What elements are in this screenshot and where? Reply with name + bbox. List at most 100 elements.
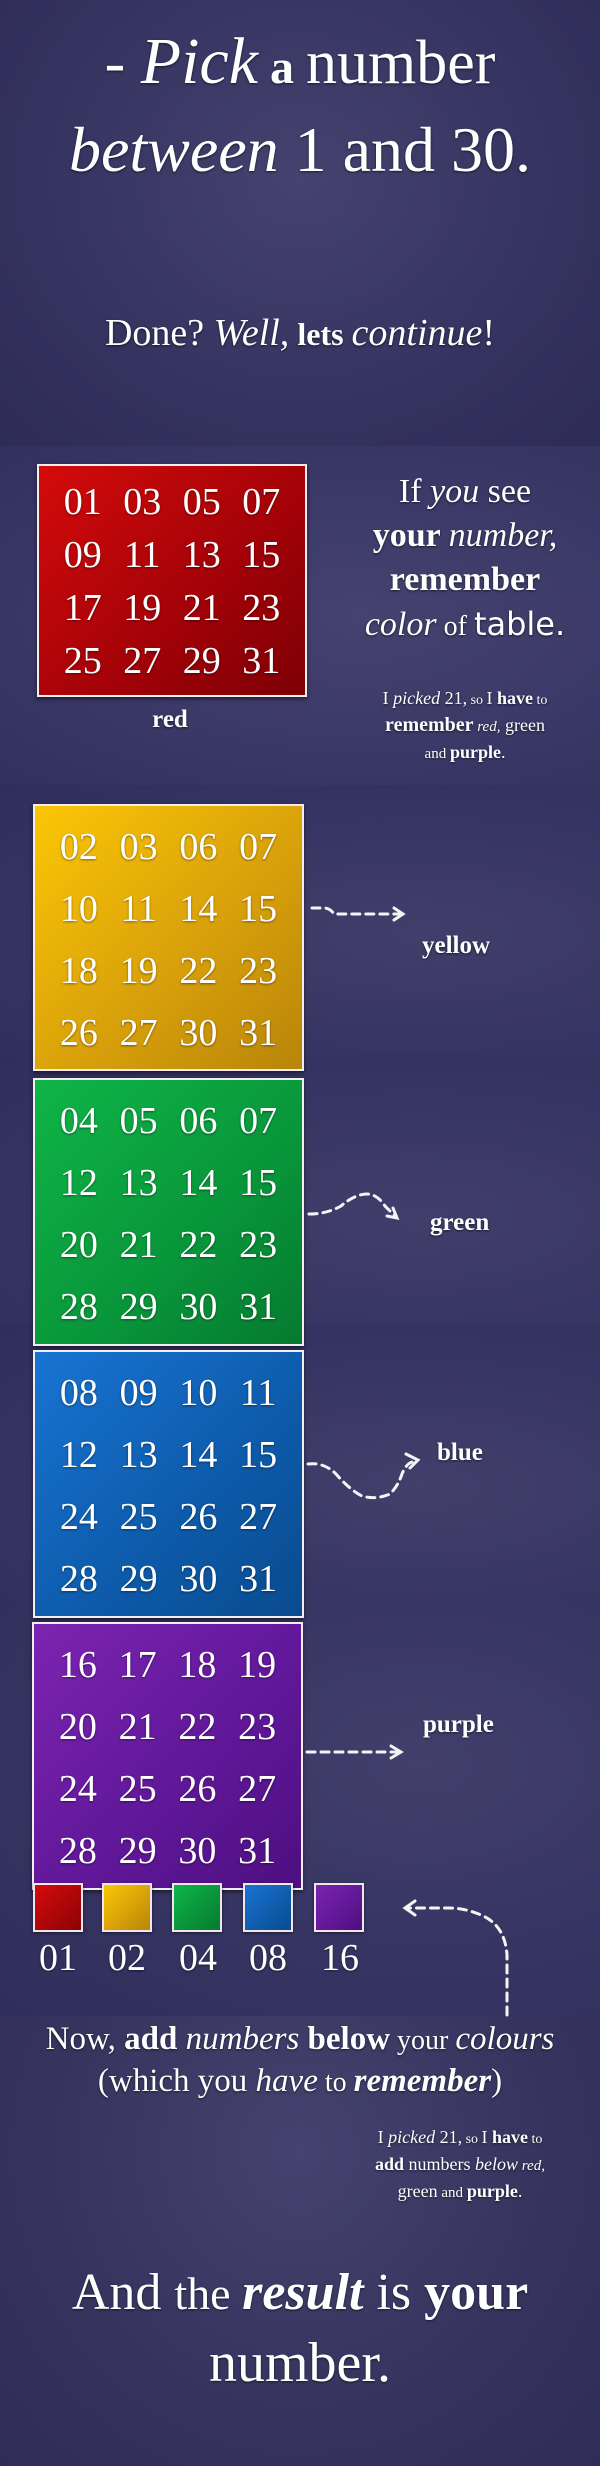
table-cell: 07	[239, 826, 278, 868]
table-cell: 31	[239, 1012, 278, 1054]
table-cell: 15	[239, 1434, 278, 1476]
well-word: Well,	[213, 312, 290, 354]
table-cell: 27	[239, 1496, 278, 1538]
example-note-2: I picked 21, so I have to add numbers be…	[330, 2125, 590, 2206]
numbers-word: numbers	[404, 2154, 476, 2174]
table-cell: 07	[239, 1100, 278, 1142]
numbers-word: numbers	[177, 2021, 308, 2057]
table-cell: 26	[59, 1012, 98, 1054]
add-word: add	[124, 2021, 178, 2057]
table-cell: 10	[59, 888, 98, 930]
result-line2: number.	[209, 2332, 391, 2394]
exclamation: !	[482, 312, 496, 354]
have-word: have	[497, 688, 534, 708]
period: .	[517, 2181, 523, 2201]
add-instruction-line2: (which you have to remember)	[0, 2060, 600, 2104]
table-cell: 06	[179, 1100, 218, 1142]
add-word: add	[375, 2154, 405, 2174]
colours-word: colours	[455, 2021, 555, 2057]
intro-heading-line1: - Pick a number	[0, 22, 600, 108]
i-word: I	[486, 688, 498, 708]
table-cell: 26	[178, 1768, 217, 1810]
done-text: Done? Well, lets continue!	[0, 308, 600, 359]
table-cell: 21	[119, 1224, 158, 1266]
table-cell: 30	[179, 1286, 218, 1328]
table-cell: 21	[118, 1706, 157, 1748]
table-cell: 18	[59, 950, 98, 992]
note1-line2: remember red, green	[340, 713, 590, 740]
so-word: so	[467, 693, 487, 708]
result-line1: And the result is your	[0, 2260, 600, 2327]
arrow-to-blue-icon	[306, 1452, 421, 1500]
intro-heading-line2: between 1 and 30.	[0, 110, 600, 190]
swatch-value-yellow: 02	[108, 1937, 146, 1979]
swatch-yellow	[102, 1883, 152, 1932]
table-cell: 06	[179, 826, 218, 868]
the-word: the	[174, 2268, 243, 2319]
table-cell: 31	[239, 1286, 278, 1328]
note2-line3: green and purple.	[330, 2179, 590, 2206]
table-cell: 19	[119, 950, 158, 992]
table-cell: 21	[182, 587, 221, 629]
table-cell: 23	[238, 1706, 277, 1748]
swatch-value-green: 04	[179, 1937, 217, 1979]
i-word: I	[382, 688, 394, 708]
and-word: And	[71, 2264, 175, 2321]
instructions-text: If you see your number, remember color o…	[330, 470, 600, 649]
table-yellow: 02 03 06 07 10 11 14 15 18 19 22 23 26 27 30 31	[33, 804, 304, 1071]
result-word: result	[242, 2264, 364, 2321]
lets-word: lets	[289, 316, 352, 352]
table-cell: 22	[179, 1224, 218, 1266]
table-cell: 22	[178, 1706, 217, 1748]
picked-word: picked	[388, 2127, 436, 2147]
table-cell: 28	[59, 1558, 98, 1600]
note1-line3: and purple.	[340, 740, 590, 767]
table-cell: 24	[59, 1496, 98, 1538]
label-purple: purple	[423, 1711, 494, 1738]
table-cell: 22	[179, 950, 218, 992]
note1-line1: I picked 21, so I have to	[340, 686, 590, 713]
i-word: I	[481, 2127, 493, 2147]
table-cell: 31	[242, 640, 281, 682]
table-cell: 14	[179, 1162, 218, 1204]
have-word: have	[492, 2127, 529, 2147]
table-cell: 31	[239, 1558, 278, 1600]
have-word: have	[255, 2063, 318, 2099]
see-word: see	[479, 473, 532, 510]
period: .	[500, 742, 506, 762]
done-word: Done?	[104, 312, 214, 354]
to-word: to	[533, 693, 548, 708]
purple-word: purple	[449, 742, 501, 762]
table-word: table.	[473, 605, 566, 643]
continue-word: continue	[351, 312, 483, 354]
purple-word: purple	[466, 2181, 518, 2201]
label-red: red	[152, 706, 188, 733]
swatch-blue	[243, 1883, 293, 1932]
table-cell: 19	[238, 1644, 277, 1686]
i-word: I	[377, 2127, 389, 2147]
between-word: between	[68, 114, 279, 185]
below-word: below	[475, 2154, 519, 2174]
swatch-value-blue: 08	[249, 1937, 287, 1979]
table-cell: 09	[119, 1372, 158, 1414]
table-cell: 12	[59, 1434, 98, 1476]
swatch-purple	[314, 1883, 364, 1932]
table-cell: 09	[63, 534, 102, 576]
table-cell: 20	[59, 1224, 98, 1266]
table-cell: 14	[179, 1434, 218, 1476]
table-cell: 25	[63, 640, 102, 682]
swatch-red	[33, 1883, 83, 1932]
of-word: of	[436, 611, 474, 642]
table-cell: 12	[59, 1162, 98, 1204]
red-word: red,	[473, 719, 501, 735]
to-word: to	[528, 2132, 543, 2147]
picked-word: picked	[393, 688, 441, 708]
table-cell: 29	[119, 1286, 158, 1328]
table-red: 01 03 05 07 09 11 13 15 17 19 21 23 25 27 29 31	[37, 464, 307, 697]
table-cell: 14	[179, 888, 218, 930]
arrow-to-green-icon	[307, 1192, 400, 1221]
table-cell: 15	[242, 534, 281, 576]
if-word: If	[398, 473, 431, 510]
is-word: is	[363, 2264, 425, 2321]
table-blue: 08 09 10 11 12 13 14 15 24 25 26 27 28 29 30 31	[33, 1350, 304, 1618]
